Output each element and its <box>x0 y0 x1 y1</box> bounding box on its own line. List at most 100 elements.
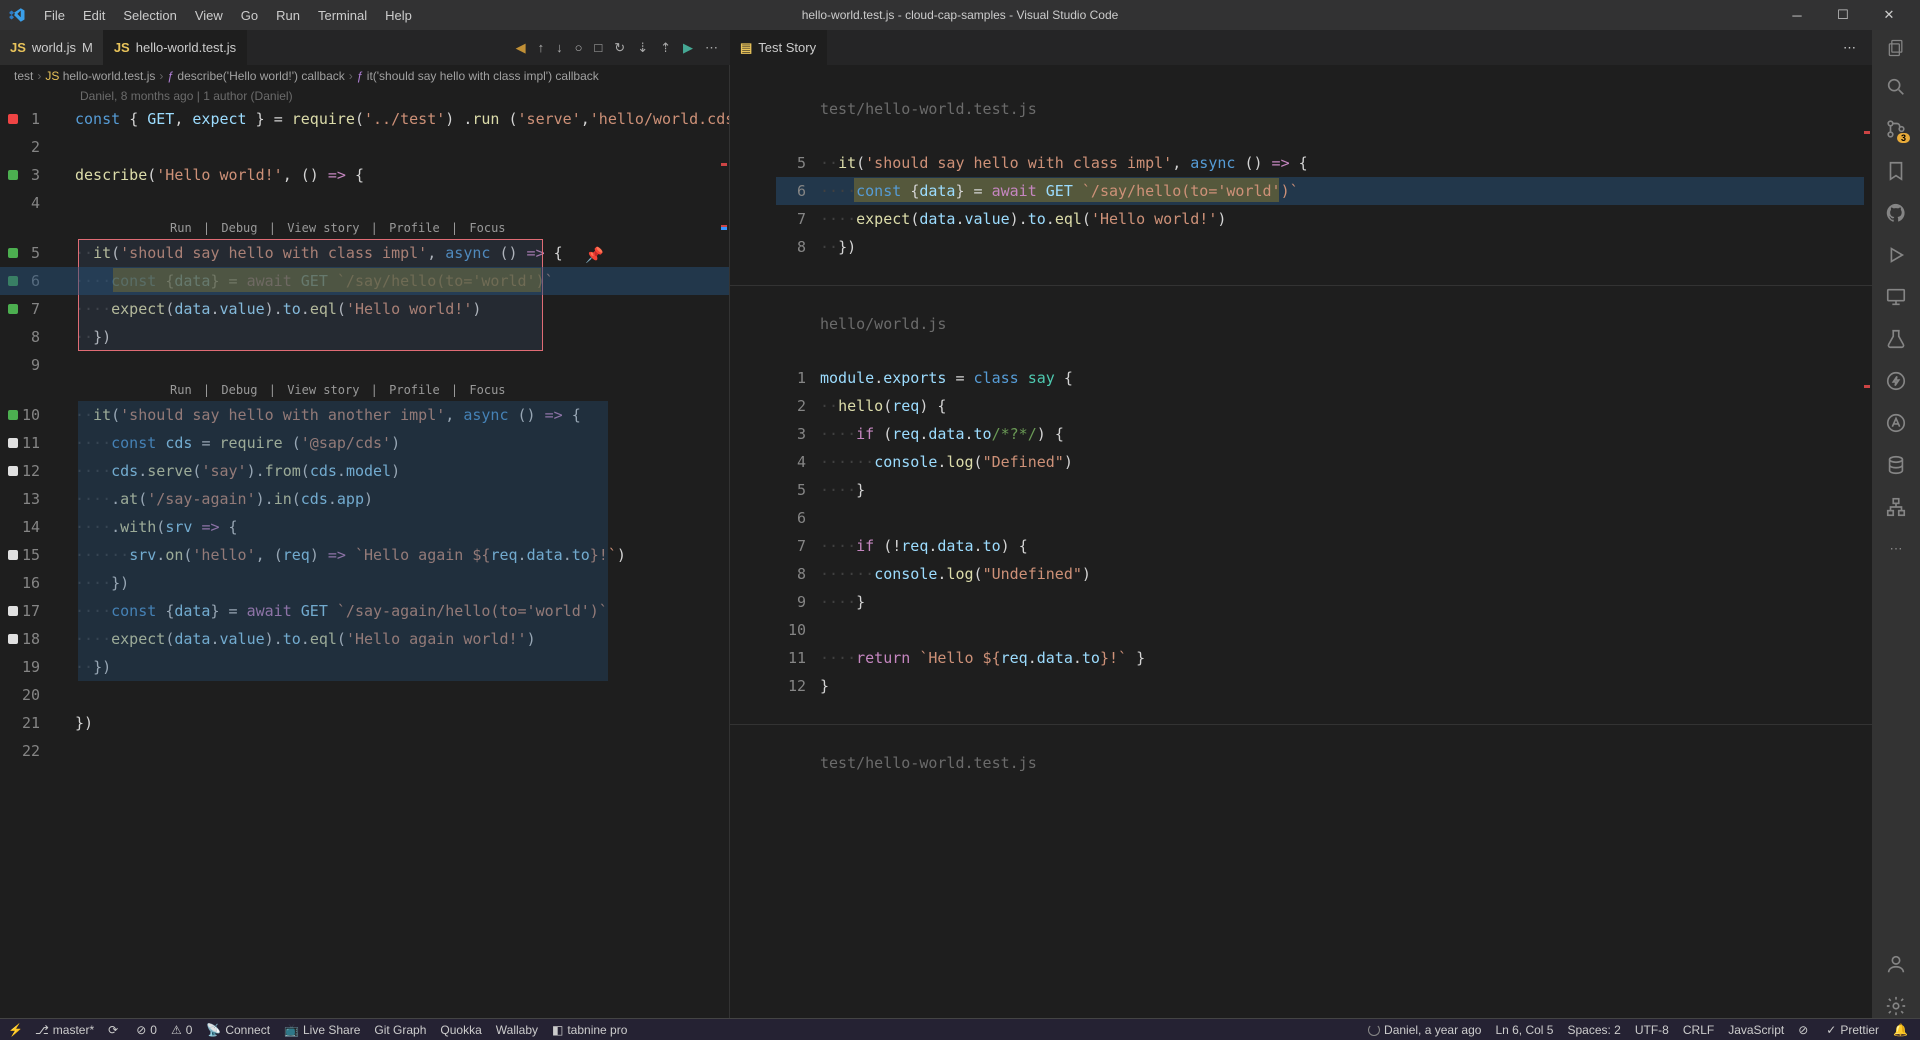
more-icon[interactable]: ⋯ <box>705 40 718 56</box>
database-icon[interactable] <box>1884 453 1908 477</box>
copy-icon[interactable] <box>1884 36 1908 60</box>
testing-icon[interactable] <box>1884 327 1908 351</box>
code-line-15[interactable]: ······srv.on('hello', (req) => `Hello ag… <box>75 541 729 569</box>
code-line[interactable]: ······console.log("Undefined") <box>820 560 1091 588</box>
code-line[interactable]: module.exports = class say { <box>820 364 1073 392</box>
minimize-button[interactable]: ─ <box>1774 0 1820 30</box>
code-line-6[interactable]: ····const {data} = await GET `/say/hello… <box>75 267 729 295</box>
square-icon[interactable]: □ <box>594 40 602 55</box>
codelens[interactable]: Run | Debug | View story | Profile | Foc… <box>75 379 729 401</box>
up-arrow-icon[interactable]: ↑ <box>538 40 545 55</box>
code-line-3[interactable]: describe('Hello world!', () => { <box>75 161 729 189</box>
code-line-2[interactable] <box>75 133 729 161</box>
status-item[interactable]: Spaces: 2 <box>1567 1023 1620 1037</box>
down-arrow-icon[interactable]: ↓ <box>556 40 563 55</box>
bookmark-icon[interactable] <box>1884 159 1908 183</box>
remote-indicator[interactable]: ⚡ <box>8 1023 23 1037</box>
code-line-19[interactable]: ··}) <box>75 653 729 681</box>
code-line[interactable]: ····return `Hello ${req.data.to}!` } <box>820 644 1145 672</box>
prev-icon[interactable]: ◀ <box>516 40 526 56</box>
status-item[interactable]: Wallaby <box>496 1023 538 1037</box>
codelens[interactable]: Run | Debug | View story | Profile | Foc… <box>75 217 729 239</box>
breadcrumb-0[interactable]: test <box>14 69 33 83</box>
menu-selection[interactable]: Selection <box>115 4 184 27</box>
code-line[interactable]: ····} <box>820 588 865 616</box>
status-item[interactable]: CRLF <box>1683 1023 1714 1037</box>
code-line-8[interactable]: ··}) <box>75 323 729 351</box>
bolt-icon[interactable] <box>1884 369 1908 393</box>
code-line[interactable]: ····if (!req.data.to) { <box>820 532 1028 560</box>
circle-icon[interactable]: ○ <box>575 40 583 55</box>
code-line-4[interactable] <box>75 189 729 217</box>
github-icon[interactable] <box>1884 201 1908 225</box>
code-line-22[interactable] <box>75 737 729 765</box>
breadcrumbs[interactable]: test›JS hello-world.test.js›ƒ describe('… <box>0 65 729 87</box>
code-line-16[interactable]: ····}) <box>75 569 729 597</box>
status-item[interactable]: Git Graph <box>374 1023 426 1037</box>
code-line[interactable]: ····} <box>820 476 865 504</box>
status-item[interactable]: ⊘0 <box>136 1023 157 1037</box>
pin-icon[interactable]: 📌 <box>585 241 604 269</box>
close-button[interactable]: ✕ <box>1866 0 1912 30</box>
menu-edit[interactable]: Edit <box>75 4 113 27</box>
menu-file[interactable]: File <box>36 4 73 27</box>
status-item[interactable]: ◧tabnine pro <box>552 1023 627 1037</box>
right-more-icon[interactable]: ⋯ <box>1827 30 1872 65</box>
code-line-1[interactable]: const { GET, expect } = require('../test… <box>75 105 729 133</box>
code-line[interactable]: ····expect(data.value).to.eql('Hello wor… <box>820 205 1226 233</box>
status-item[interactable]: Quokka <box>440 1023 481 1037</box>
play-icon[interactable]: ▶ <box>683 40 693 56</box>
code-line[interactable]: ··hello(req) { <box>820 392 946 420</box>
code-line-21[interactable]: }) <box>75 709 729 737</box>
code-line-17[interactable]: ····const {data} = await GET `/say-again… <box>75 597 729 625</box>
status-item[interactable]: Ln 6, Col 5 <box>1495 1023 1553 1037</box>
status-item[interactable]: UTF-8 <box>1635 1023 1669 1037</box>
status-item[interactable]: 📡Connect <box>206 1023 270 1037</box>
down2-icon[interactable]: ⇣ <box>637 40 648 56</box>
code-line-18[interactable]: ····expect(data.value).to.eql('Hello aga… <box>75 625 729 653</box>
status-item[interactable]: Daniel, a year ago <box>1368 1023 1481 1037</box>
test-story-view[interactable]: test/hello-world.test.js5··it('should sa… <box>730 65 1872 1018</box>
breadcrumb-3[interactable]: ƒ it('should say hello with class impl')… <box>357 69 599 83</box>
menu-terminal[interactable]: Terminal <box>310 4 375 27</box>
up2-icon[interactable]: ⇡ <box>660 40 671 56</box>
code-line-13[interactable]: ····.at('/say-again').in(cds.app) <box>75 485 729 513</box>
code-line[interactable]: ··it('should say hello with class impl',… <box>820 149 1308 177</box>
left-tab-0[interactable]: JSworld.jsM <box>0 30 104 65</box>
status-item[interactable]: 📺Live Share <box>284 1023 360 1037</box>
breadcrumb-2[interactable]: ƒ describe('Hello world!') callback <box>167 69 344 83</box>
remote-icon[interactable] <box>1884 285 1908 309</box>
debug-icon[interactable] <box>1884 243 1908 267</box>
left-tab-1[interactable]: JShello-world.test.js <box>104 30 247 65</box>
code-line[interactable]: ··}) <box>820 233 856 261</box>
settings-gear-icon[interactable] <box>1884 994 1908 1018</box>
status-item[interactable]: JavaScript <box>1728 1023 1784 1037</box>
menu-go[interactable]: Go <box>233 4 266 27</box>
extension-a-icon[interactable] <box>1884 411 1908 435</box>
code-line[interactable]: ······console.log("Defined") <box>820 448 1073 476</box>
status-item[interactable]: 🔔 <box>1893 1023 1912 1037</box>
code-line-10[interactable]: ··it('should say hello with another impl… <box>75 401 729 429</box>
hierarchy-icon[interactable] <box>1884 495 1908 519</box>
status-item[interactable]: ⚠0 <box>171 1023 192 1037</box>
code-line-5[interactable]: ··it('should say hello with class impl',… <box>75 239 729 267</box>
code-line[interactable]: ····const {data} = await GET `/say/hello… <box>820 177 1299 205</box>
right-tab-0[interactable]: ▤Test Story <box>730 30 827 65</box>
restart-icon[interactable]: ↻ <box>614 40 625 56</box>
breadcrumb-1[interactable]: JS hello-world.test.js <box>45 69 155 83</box>
status-item[interactable]: ⟳ <box>108 1023 122 1037</box>
source-control-icon[interactable]: 3 <box>1884 117 1908 141</box>
code-line-11[interactable]: ····const cds = require ('@sap/cds') <box>75 429 729 457</box>
maximize-button[interactable]: ☐ <box>1820 0 1866 30</box>
more-sidebar-icon[interactable]: ⋯ <box>1884 537 1908 561</box>
menu-help[interactable]: Help <box>377 4 420 27</box>
menu-run[interactable]: Run <box>268 4 308 27</box>
status-item[interactable]: ✓Prettier <box>1826 1023 1879 1037</box>
code-editor[interactable]: 12345678910111213141516171819202122const… <box>0 105 729 1018</box>
code-line-14[interactable]: ····.with(srv => { <box>75 513 729 541</box>
status-item[interactable]: ⊘ <box>1798 1023 1812 1037</box>
code-line-9[interactable] <box>75 351 729 379</box>
menu-view[interactable]: View <box>187 4 231 27</box>
status-item[interactable]: ⎇master* <box>35 1023 94 1037</box>
code-line-20[interactable] <box>75 681 729 709</box>
